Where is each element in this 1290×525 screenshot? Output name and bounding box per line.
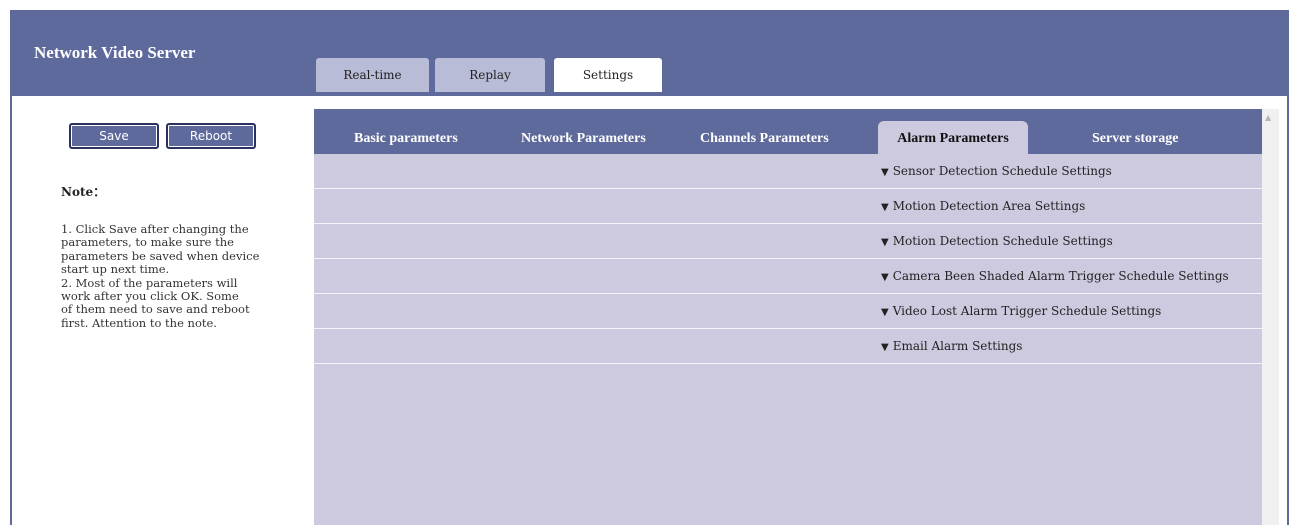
tab-real-time[interactable]: Real-time [316,58,429,92]
settings-row-motion-detection-area[interactable]: ▼ Motion Detection Area Settings [314,189,1262,224]
row-label: ▼ Sensor Detection Schedule Settings [881,154,1112,190]
vertical-scrollbar[interactable]: ▲ [1262,109,1279,525]
app-header: Network Video Server Real-time Replay Se… [10,10,1289,93]
subtab-basic-parameters[interactable]: Basic parameters [354,121,458,154]
row-label: ▼ Camera Been Shaded Alarm Trigger Schedu… [881,259,1229,295]
row-label: ▼ Email Alarm Settings [881,329,1022,365]
caret-down-icon: ▼ [881,167,889,178]
row-label: ▼ Motion Detection Area Settings [881,189,1085,225]
note-line: 1. Click Save after changing the [61,222,249,236]
caret-down-icon: ▼ [881,342,889,353]
settings-tab-bar: Basic parameters Network Parameters Chan… [314,109,1262,154]
subtab-server-storage[interactable]: Server storage [1092,121,1178,154]
scroll-up-arrow-icon[interactable]: ▲ [1265,113,1271,122]
tab-settings[interactable]: Settings [554,58,662,93]
subtab-network-parameters[interactable]: Network Parameters [521,121,646,154]
note-line: work after you click OK. Some [61,289,239,304]
row-label-text: Camera Been Shaded Alarm Trigger Schedul… [892,269,1229,283]
tab-replay[interactable]: Replay [435,58,545,92]
row-label: ▼ Video Lost Alarm Trigger Schedule Setti… [881,294,1161,330]
note-line: parameters be saved when device [61,248,260,263]
caret-down-icon: ▼ [881,272,889,283]
note-line: first. Attention to the note. [61,315,217,330]
settings-row-sensor-detection-schedule[interactable]: ▼ Sensor Detection Schedule Settings [314,154,1262,189]
row-label-text: Email Alarm Settings [892,339,1023,353]
caret-down-icon: ▼ [881,237,889,248]
note-body: 1. Click Save after changing the paramet… [61,222,281,330]
settings-panel: Basic parameters Network Parameters Chan… [314,109,1262,525]
save-button[interactable]: Save [69,123,159,149]
row-label-text: Video Lost Alarm Trigger Schedule Settin… [892,304,1162,318]
row-label: ▼ Motion Detection Schedule Settings [881,224,1113,260]
reboot-button[interactable]: Reboot [166,123,256,149]
note-line: of them need to save and reboot [61,302,250,317]
row-label-text: Motion Detection Area Settings [892,199,1086,213]
settings-row-email-alarm[interactable]: ▼ Email Alarm Settings [314,329,1262,364]
app-title: Network Video Server [34,43,196,62]
settings-row-camera-shaded-alarm[interactable]: ▼ Camera Been Shaded Alarm Trigger Schedu… [314,259,1262,294]
subtab-channels-parameters[interactable]: Channels Parameters [700,121,829,154]
note-line: parameters, to make sure the [61,235,234,250]
subtab-alarm-parameters[interactable]: Alarm Parameters [878,121,1028,154]
note-heading: Note： [61,185,106,199]
note-line: start up next time. [61,262,170,277]
row-label-text: Motion Detection Schedule Settings [892,234,1113,248]
row-label-text: Sensor Detection Schedule Settings [892,164,1112,178]
caret-down-icon: ▼ [881,202,889,213]
settings-row-video-lost-alarm[interactable]: ▼ Video Lost Alarm Trigger Schedule Setti… [314,294,1262,329]
settings-row-motion-detection-schedule[interactable]: ▼ Motion Detection Schedule Settings [314,224,1262,259]
note-line: 2. Most of the parameters will [61,275,238,290]
caret-down-icon: ▼ [881,307,889,318]
